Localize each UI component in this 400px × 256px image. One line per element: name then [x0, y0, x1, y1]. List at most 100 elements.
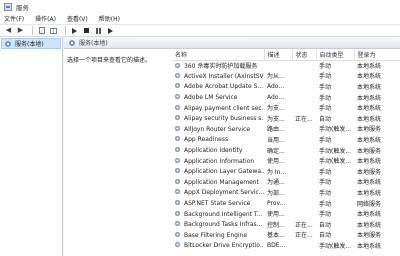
service-description: 当用... [267, 136, 285, 144]
menu-action[interactable]: 操作(A) [35, 14, 56, 23]
play-icon[interactable] [70, 26, 79, 35]
list-icon[interactable] [49, 26, 58, 35]
forward-icon[interactable]: ▶ [16, 26, 25, 35]
service-description: Ado... [267, 93, 285, 101]
service-logon-as: 本地系统 [357, 83, 382, 91]
service-description: 为通... [267, 179, 285, 187]
service-status [292, 187, 316, 198]
service-logon-as: 本地系统 [357, 189, 382, 197]
service-description: 为支... [267, 115, 285, 123]
service-status [292, 124, 316, 135]
table-row[interactable]: BitLocker Drive Encryptio... BDE... 手动(触发.… [172, 240, 400, 251]
table-row[interactable]: Background Intelligent T... 使用... 手动 本地系统 [172, 208, 400, 219]
table-row[interactable]: Base Filtering Engine 基本... 正在... 自动 本地服务 [172, 230, 400, 241]
service-gear-icon [174, 168, 181, 174]
service-logon-as: 本地系统 [357, 94, 382, 102]
service-name-label: 360 杀毒实时防护加载服务 [184, 63, 258, 71]
service-status: 正在... [295, 115, 313, 123]
menu-help[interactable]: 帮助(H) [99, 14, 120, 23]
table-row[interactable]: AllJoyn Router Service 路由... 手动(触发... 本地服务 [172, 124, 400, 135]
service-name-label: ASP.NET State Service [184, 200, 251, 208]
service-status [292, 208, 316, 219]
service-name-label: AppX Deployment Servic... [184, 189, 264, 197]
service-startup-type: 手动(触发... [319, 242, 352, 250]
service-name: BitLocker Drive Encryptio... [172, 240, 264, 251]
service-description [264, 60, 292, 71]
service-name: Application Identity [172, 145, 264, 156]
stop-icon[interactable] [82, 26, 91, 35]
service-gear-icon [174, 231, 181, 237]
service-description: 确定... [267, 147, 285, 155]
service-name-label: Base Filtering Engine [184, 231, 248, 239]
service-name-label: BitLocker Drive Encryptio... [184, 242, 264, 250]
table-row[interactable]: Alipay payment client sec... 为支... 手动 本地系统 [172, 102, 400, 113]
menu-file[interactable]: 文件(F) [4, 14, 24, 23]
service-logon-as: 本地服务 [357, 168, 382, 176]
column-header-logon-as[interactable]: 登录为 [354, 49, 400, 61]
service-name: Application Management [172, 177, 264, 188]
tree-item-services-local[interactable]: 服务(本地) [1, 38, 61, 49]
service-startup-type: 手动 [319, 189, 332, 197]
column-header-description[interactable]: 描述 [264, 49, 293, 61]
service-description: 基本... [267, 232, 285, 240]
service-gear-icon [174, 210, 181, 216]
service-startup-type: 自动 [319, 221, 332, 229]
toolbar-separator [32, 26, 33, 35]
service-status [292, 60, 316, 71]
service-description: 控制... [267, 221, 285, 229]
service-name-label: Background Tasks Infras... [184, 221, 263, 229]
properties-icon[interactable] [37, 26, 46, 35]
service-startup-type: 手动 [319, 73, 332, 81]
table-row[interactable]: Adobe Acrobat Update S... Ado... 手动 本地系统 [172, 81, 400, 92]
service-name: Alipay security business s... [172, 113, 264, 124]
table-row[interactable]: ASP.NET State Service Prov... 手动 网络服务 [172, 198, 400, 209]
column-header-status[interactable]: 状态 [292, 49, 317, 61]
table-row[interactable]: Application Management 为通... 手动 本地系统 [172, 177, 400, 188]
services-pane: 服务(本地) 选择一个项目来查看它的描述。 名称 描述 状态 启动类型 登录为 … [64, 37, 400, 256]
menu-view[interactable]: 查看(V) [67, 14, 88, 23]
service-startup-type: 手动 [319, 136, 332, 144]
table-row[interactable]: AppX Deployment Servic... 为部... 手动 本地系统 [172, 187, 400, 198]
service-description: Prov... [267, 199, 286, 207]
service-gear-icon [174, 157, 181, 163]
service-logon-as: 本地服务 [357, 147, 382, 155]
service-name-label: Alipay security business s... [184, 115, 264, 123]
restart-icon[interactable] [106, 26, 115, 35]
service-name-label: Background Intelligent T... [184, 210, 263, 218]
column-header-startup-type[interactable]: 启动类型 [316, 49, 355, 61]
table-row[interactable]: Background Tasks Infras... 控制... 正在... 自动 本地… [172, 219, 400, 230]
service-name: Base Filtering Engine [172, 230, 264, 241]
service-status [292, 166, 316, 177]
table-row[interactable]: 360 杀毒实时防护加载服务 手动 本地系统 [172, 60, 400, 71]
column-header-name[interactable]: 名称 [172, 49, 265, 61]
service-logon-as: 本地服务 [357, 126, 382, 134]
table-row[interactable]: Adobe LM Service Ado... 手动 本地系统 [172, 92, 400, 103]
service-description: 使用... [267, 211, 285, 219]
table-row[interactable]: Application Identity 确定... 手动(触发... 本地服务 [172, 145, 400, 156]
menu-bar: 文件(F) 操作(A) 查看(V) 帮助(H) [0, 13, 400, 25]
service-logon-as: 本地系统 [357, 211, 382, 219]
service-logon-as: 本地系统 [357, 158, 382, 166]
services-table: 名称 描述 状态 启动类型 登录为 360 杀毒实时防护加载服务 手动 本地系统 Ac… [172, 49, 400, 256]
pane-header-title: 服务(本地) [79, 40, 108, 47]
table-row[interactable]: Application Information 使用... 手动(触发... 本地系统 [172, 155, 400, 166]
service-logon-as: 本地服务 [357, 232, 382, 240]
table-row[interactable]: Application Layer Gatewa... 为 In... 手动 本地服务 [172, 166, 400, 177]
service-name: Background Tasks Infras... [172, 219, 264, 230]
service-name: Application Information [172, 155, 264, 166]
table-row[interactable]: ActiveX Installer (AxInstSV) 为从... 手动 本地系统 [172, 71, 400, 82]
service-status [292, 198, 316, 209]
table-row[interactable]: Alipay security business s... 为支... 正在... 自… [172, 113, 400, 124]
table-row[interactable]: App Readiness 当用... 手动 本地系统 [172, 134, 400, 145]
service-logon-as: 本地系统 [357, 242, 382, 250]
service-gear-icon [174, 146, 181, 153]
service-description: 路由... [267, 126, 285, 134]
service-gear-icon [174, 93, 181, 100]
pause-icon[interactable] [94, 26, 103, 35]
service-name-label: AllJoyn Router Service [184, 125, 251, 133]
back-icon[interactable]: ◀ [4, 26, 13, 35]
service-gear-icon [174, 115, 181, 121]
service-gear-icon [174, 221, 181, 227]
service-name: ActiveX Installer (AxInstSV) [172, 71, 264, 82]
service-gear-icon [174, 62, 181, 69]
